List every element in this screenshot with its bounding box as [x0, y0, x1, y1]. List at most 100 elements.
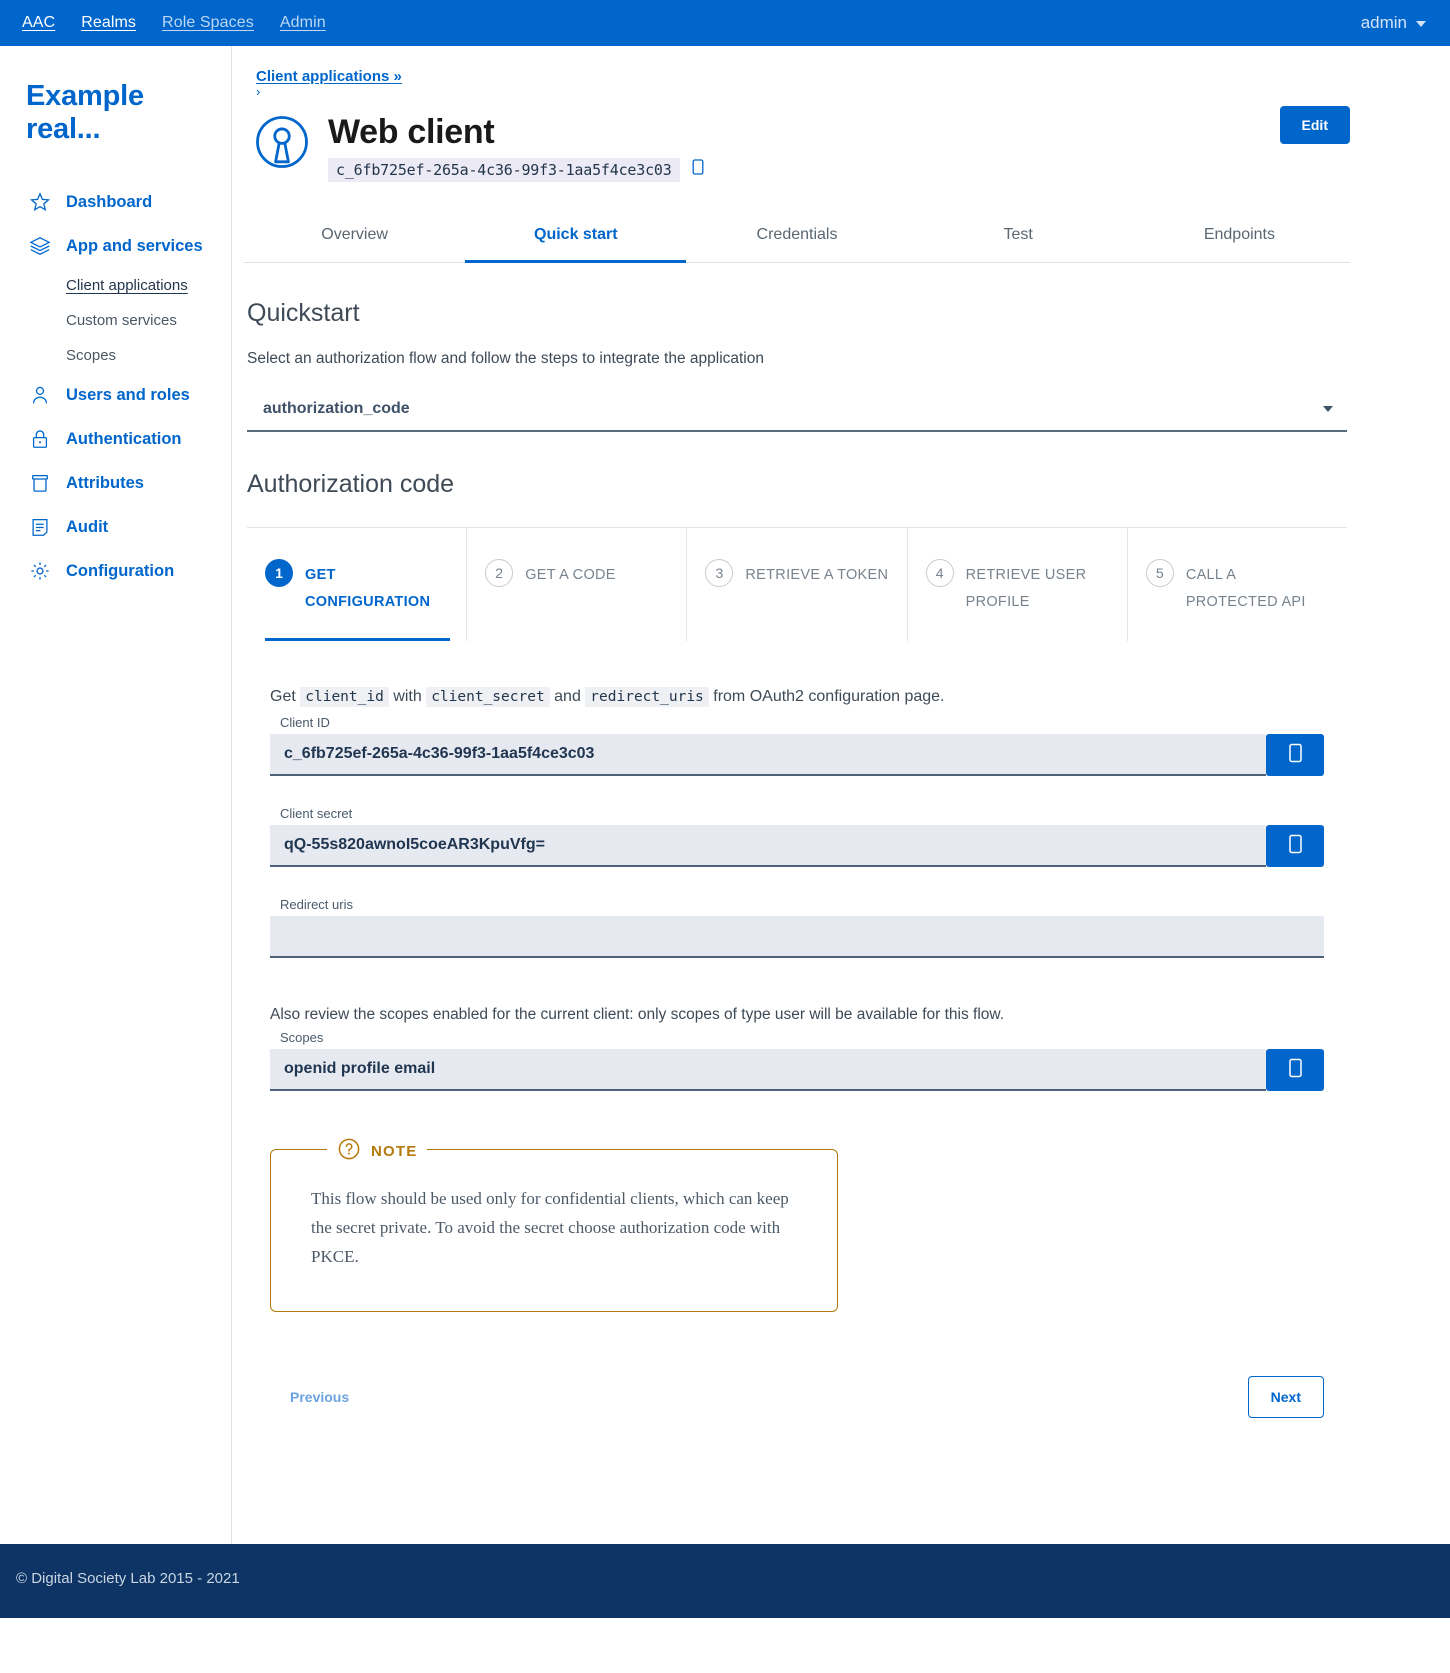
step-number: 4 — [925, 558, 954, 587]
tab-quick-start[interactable]: Quick start — [465, 212, 687, 263]
copy-icon[interactable] — [690, 158, 706, 181]
field-row — [270, 733, 1324, 776]
field-row — [270, 824, 1324, 867]
top-nav-link-aac[interactable]: AAC — [22, 14, 55, 32]
sidebar-item-attributes[interactable]: Attributes — [0, 461, 231, 505]
edit-button[interactable]: Edit — [1279, 106, 1350, 144]
client-secret-input[interactable] — [270, 824, 1266, 867]
field-client-secret: Client secret — [270, 806, 1324, 867]
user-menu-label: admin — [1360, 13, 1407, 32]
step-get-configuration[interactable]: 1 GET CONFIGURATION — [247, 528, 466, 641]
note-label: NOTE — [371, 1142, 418, 1160]
star-icon — [29, 191, 51, 213]
client-id-row: c_6fb725ef-265a-4c36-99f3-1aa5f4ce3c03 — [328, 157, 706, 182]
step-retrieve-a-token[interactable]: 3 RETRIEVE A TOKEN — [686, 527, 906, 641]
note-legend: NOTE — [327, 1136, 428, 1166]
step-retrieve-user-profile[interactable]: 4 RETRIEVE USER PROFILE — [906, 527, 1127, 641]
top-navigation-bar: AAC Realms Role Spaces Admin admin — [0, 0, 1450, 46]
sidebar-item-label: Users and roles — [66, 385, 190, 404]
page-title: Web client — [328, 113, 495, 152]
field-scopes: Scopes — [270, 1030, 1324, 1091]
page-footer: © Digital Society Lab 2015 - 2021 — [0, 1544, 1450, 1618]
step-panel: Get client_id with client_secret and red… — [244, 685, 1350, 1479]
field-label: Redirect uris — [280, 896, 353, 912]
top-nav-link-realms[interactable]: Realms — [81, 14, 136, 32]
open-source-logo-icon — [254, 114, 310, 175]
breadcrumb: Client applications » › — [244, 68, 1350, 100]
field-label: Client ID — [280, 714, 330, 730]
step-number: 2 — [485, 558, 514, 587]
tab-endpoints[interactable]: Endpoints — [1129, 212, 1350, 263]
step-label: GET CONFIGURATION — [305, 566, 431, 611]
sidebar-item-audit[interactable]: Audit — [0, 505, 231, 549]
intro-text-part-2: with — [393, 687, 422, 705]
step-label: RETRIEVE USER PROFILE — [965, 566, 1087, 611]
quickstart-description: Select an authorization flow and follow … — [247, 349, 764, 367]
copy-scopes-button[interactable] — [1266, 1048, 1324, 1091]
flow-title: Authorization code — [247, 469, 455, 498]
sidebar-item-label: Audit — [66, 517, 109, 536]
scopes-input[interactable] — [270, 1048, 1266, 1091]
breadcrumb-link-client-applications[interactable]: Client applications » — [256, 68, 402, 85]
layers-icon — [29, 235, 51, 257]
chevron-down-icon — [1416, 21, 1426, 27]
note-callout: NOTE This flow should be used only for c… — [270, 1136, 838, 1313]
sidebar-subitem-client-applications[interactable]: Client applications — [0, 268, 231, 303]
tab-test[interactable]: Test — [908, 212, 1129, 263]
tab-bar: Overview Quick start Credentials Test En… — [244, 212, 1350, 263]
previous-button[interactable]: Previous — [270, 1377, 369, 1417]
intro-text-part-1: Get — [270, 687, 296, 705]
redirect-uris-input[interactable] — [270, 915, 1324, 958]
main-content: Edit Client applications » › Web client … — [232, 46, 1450, 1544]
step-label: GET A CODE — [525, 566, 616, 583]
sidebar-subitem-scopes[interactable]: Scopes — [0, 338, 231, 373]
sidebar-item-label: Attributes — [66, 473, 144, 492]
step-get-a-code[interactable]: 2 GET A CODE — [466, 527, 686, 641]
next-button[interactable]: Next — [1247, 1376, 1324, 1419]
client-header: Web client c_6fb725ef-265a-4c36-99f3-1aa… — [244, 113, 1350, 182]
flow-select[interactable]: authorization_code — [247, 394, 1347, 432]
step-number: 5 — [1145, 558, 1174, 587]
sidebar-item-label: Dashboard — [66, 192, 153, 211]
field-label: Scopes — [280, 1029, 324, 1045]
note-body: This flow should be used only for confid… — [311, 1188, 789, 1267]
code-chip-redirect-uris: redirect_uris — [585, 686, 709, 707]
user-menu[interactable]: admin — [1361, 13, 1426, 33]
field-row — [270, 1048, 1324, 1091]
copy-icon — [1286, 833, 1305, 858]
field-redirect-uris: Redirect uris — [270, 897, 1324, 958]
panel-intro-text: Get client_id with client_secret and red… — [270, 685, 1324, 709]
top-nav-link-role-spaces[interactable]: Role Spaces — [162, 14, 254, 32]
field-client-id: Client ID — [270, 715, 1324, 776]
document-icon — [29, 516, 51, 538]
sidebar-item-configuration[interactable]: Configuration — [0, 549, 231, 593]
sidebar-item-label: App and services — [66, 236, 203, 255]
user-icon — [29, 384, 51, 406]
field-row — [270, 915, 1324, 958]
sidebar-item-label: Configuration — [66, 561, 175, 580]
copy-client-secret-button[interactable] — [1266, 824, 1324, 867]
sidebar-item-authentication[interactable]: Authentication — [0, 417, 231, 461]
top-nav-links: AAC Realms Role Spaces Admin — [22, 14, 326, 32]
question-circle-icon — [337, 1137, 361, 1166]
intro-text-part-3: and — [554, 687, 581, 705]
tab-overview[interactable]: Overview — [244, 212, 465, 263]
page-shell: Example real... Dashboard App and servic… — [0, 46, 1450, 1544]
step-label: CALL A PROTECTED API — [1185, 566, 1306, 611]
step-call-a-protected-api[interactable]: 5 CALL A PROTECTED API — [1126, 527, 1347, 641]
copy-client-id-button[interactable] — [1266, 733, 1324, 776]
sidebar-item-users-and-roles[interactable]: Users and roles — [0, 373, 231, 417]
client-id-input[interactable] — [270, 733, 1266, 776]
tab-credentials[interactable]: Credentials — [686, 212, 907, 263]
archive-icon — [29, 472, 51, 494]
step-number: 3 — [705, 558, 734, 587]
sidebar-item-app-and-services[interactable]: App and services — [0, 224, 231, 268]
lock-icon — [29, 428, 51, 450]
top-nav-link-admin[interactable]: Admin — [280, 14, 326, 32]
client-header-text: Web client c_6fb725ef-265a-4c36-99f3-1aa… — [328, 113, 706, 182]
sidebar-item-dashboard[interactable]: Dashboard — [0, 180, 231, 224]
scopes-description: Also review the scopes enabled for the c… — [270, 1005, 1005, 1023]
sidebar-subitem-custom-services[interactable]: Custom services — [0, 303, 231, 338]
intro-text-part-4: from OAuth2 configuration page. — [713, 687, 945, 705]
field-label: Client secret — [280, 805, 353, 821]
